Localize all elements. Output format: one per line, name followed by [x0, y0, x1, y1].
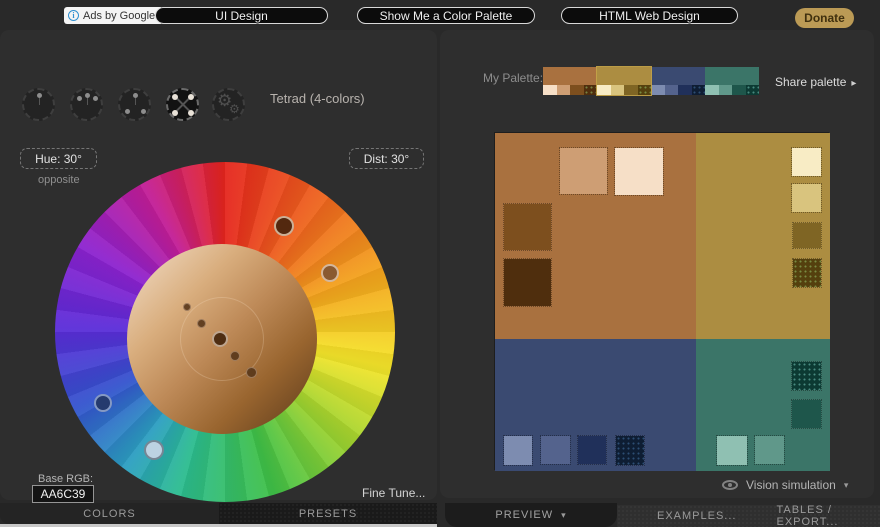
palette-shade[interactable] — [692, 85, 706, 95]
palette-group-blue[interactable] — [651, 67, 705, 95]
base-rgb-label: Base RGB: — [38, 473, 93, 485]
hue-button[interactable]: Hue: 30° — [20, 148, 97, 169]
fine-tune-link[interactable]: Fine Tune... — [362, 486, 425, 500]
tab-preview[interactable]: PREVIEW ▾ — [445, 503, 617, 527]
scheme-triad-icon[interactable] — [118, 88, 151, 121]
preview-quadrant-gold[interactable] — [696, 133, 830, 339]
preview-swatch[interactable] — [792, 362, 821, 390]
palette-shade[interactable] — [719, 85, 733, 95]
disc-dot[interactable] — [246, 367, 257, 378]
disc-dot-base[interactable] — [212, 331, 228, 347]
preview-swatch[interactable] — [717, 436, 747, 465]
preview-quadrant-teal[interactable] — [696, 339, 830, 471]
palette-main-swatch[interactable] — [705, 67, 759, 85]
ad-link-color-palette[interactable]: Show Me a Color Palette — [357, 7, 535, 24]
preview-swatch[interactable] — [616, 436, 644, 465]
preview-swatch[interactable] — [560, 148, 607, 194]
tab-examples[interactable]: EXAMPLES... — [657, 510, 736, 522]
preview-swatch[interactable] — [504, 204, 551, 250]
palette-shade[interactable] — [611, 85, 625, 95]
my-palette-label: My Palette: — [483, 71, 543, 85]
scheme-adjacent-icon[interactable] — [70, 88, 103, 121]
palette-main-swatch[interactable] — [651, 67, 705, 85]
color-wheel-panel: ⚙ ⚙ Tetrad (4-colors) Hue: 30° opposite … — [0, 30, 437, 500]
preview-swatch[interactable] — [755, 436, 784, 464]
chevron-down-icon: ▾ — [561, 510, 567, 521]
palette-shade[interactable] — [638, 85, 652, 95]
wheel-marker-hue-210[interactable] — [144, 440, 164, 460]
palette-group-teal[interactable] — [705, 67, 759, 95]
hue-opposite-label: opposite — [38, 174, 80, 186]
preview-quadrant-blue[interactable] — [495, 339, 696, 471]
preview-swatch[interactable] — [504, 259, 551, 306]
palette-shade[interactable] — [597, 85, 611, 95]
palette-main-swatch[interactable] — [543, 67, 597, 85]
preview-swatch[interactable] — [578, 436, 606, 464]
preview-quadrant-brown[interactable] — [495, 133, 696, 339]
preview-swatch[interactable] — [615, 148, 663, 195]
palette-shade[interactable] — [678, 85, 692, 95]
info-icon: i — [68, 10, 79, 21]
tab-colors[interactable]: COLORS — [0, 503, 219, 524]
paletton-app: i Ads by Google UI Design Show Me a Colo… — [0, 0, 880, 527]
palette-main-swatch[interactable] — [597, 67, 651, 85]
palette-shade[interactable] — [584, 85, 598, 95]
vision-simulation-toggle[interactable]: Vision simulation ▾ — [722, 478, 848, 492]
chevron-down-icon: ▾ — [844, 480, 849, 491]
base-rgb-input[interactable] — [32, 485, 94, 503]
palette-shade[interactable] — [557, 85, 571, 95]
ads-by-google-badge[interactable]: i Ads by Google — [64, 7, 161, 24]
tab-presets[interactable]: PRESETS — [219, 503, 437, 524]
scheme-tetrad-icon[interactable] — [166, 88, 199, 121]
preview-swatch[interactable] — [541, 436, 570, 464]
palette-shade[interactable] — [570, 85, 584, 95]
palette-shade[interactable] — [651, 85, 665, 95]
palette-group-brown[interactable] — [543, 67, 597, 95]
gear-icon: ⚙ — [229, 103, 240, 115]
right-tab-bar: EXAMPLES... TABLES / EXPORT... — [617, 505, 880, 527]
preview-panel: My Palette: — [440, 30, 874, 498]
palette-shade[interactable] — [746, 85, 760, 95]
preview-swatch[interactable] — [504, 436, 532, 465]
preview-swatch[interactable] — [793, 259, 821, 287]
preview-swatch[interactable] — [793, 223, 821, 248]
wheel-marker-hue-240[interactable] — [94, 394, 112, 412]
preview-swatch[interactable] — [792, 400, 821, 428]
ad-link-html-web-design[interactable]: HTML Web Design — [561, 7, 738, 24]
palette-shade[interactable] — [732, 85, 746, 95]
palette-shade[interactable] — [624, 85, 638, 95]
ad-bar: i Ads by Google UI Design Show Me a Colo… — [0, 0, 880, 30]
vision-simulation-label: Vision simulation — [746, 478, 836, 492]
share-palette-link[interactable]: Share palette▸ — [775, 75, 856, 89]
disc-dot[interactable] — [197, 319, 206, 328]
disc-dot[interactable] — [230, 351, 240, 361]
wheel-marker-hue-60[interactable] — [321, 264, 339, 282]
palette-shade[interactable] — [705, 85, 719, 95]
preview-swatch[interactable] — [792, 148, 821, 176]
my-palette-strip — [543, 67, 760, 95]
tab-tables-export[interactable]: TABLES / EXPORT... — [776, 504, 880, 527]
palette-shade[interactable] — [543, 85, 557, 95]
wheel-marker-hue-30[interactable] — [274, 216, 294, 236]
scheme-monochromatic-icon[interactable] — [22, 88, 55, 121]
donate-button[interactable]: Donate — [795, 8, 854, 28]
ads-badge-label: Ads by Google — [83, 10, 155, 22]
distance-button[interactable]: Dist: 30° — [349, 148, 424, 169]
preview-swatch[interactable] — [792, 184, 821, 212]
scheme-freestyle-icon[interactable]: ⚙ ⚙ — [212, 88, 245, 121]
scheme-type-label: Tetrad (4-colors) — [270, 91, 365, 106]
palette-group-gold[interactable] — [597, 67, 651, 95]
palette-preview — [494, 132, 829, 470]
share-arrow-icon: ▸ — [851, 78, 856, 89]
ad-link-ui-design[interactable]: UI Design — [155, 7, 328, 24]
disc-dot[interactable] — [183, 303, 191, 311]
palette-shade[interactable] — [665, 85, 679, 95]
eye-icon — [722, 480, 738, 490]
